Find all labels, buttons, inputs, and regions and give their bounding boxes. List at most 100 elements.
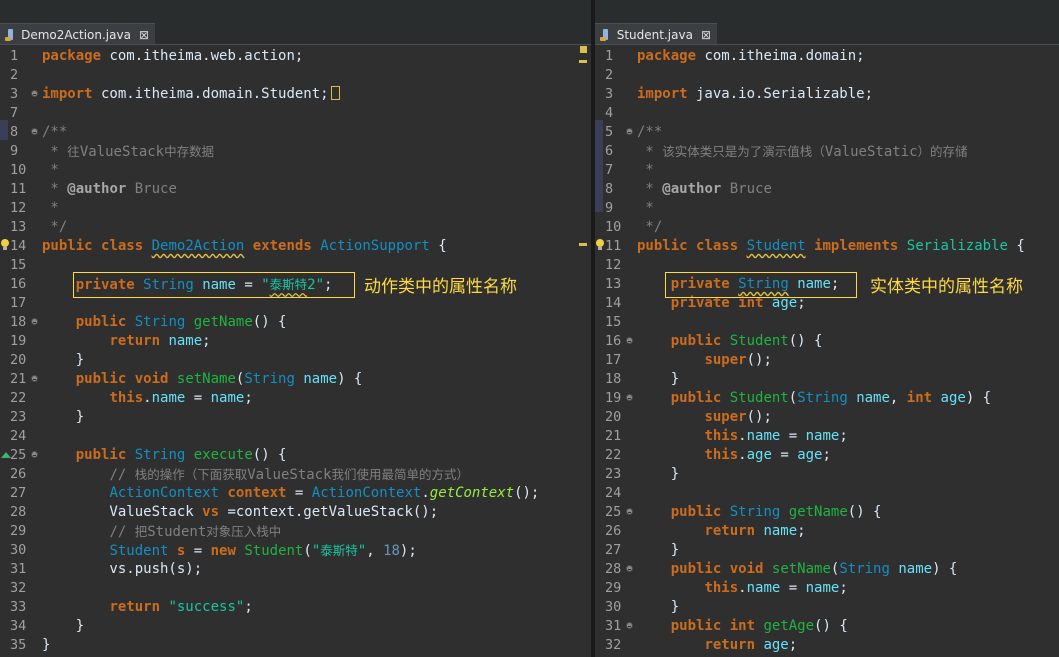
- line-number: 19: [605, 390, 622, 406]
- code-text: import java.io.Serializable;: [637, 86, 874, 102]
- code-text: this.age = age;: [704, 447, 831, 463]
- code-text: public class Student implements Serializ…: [637, 238, 1025, 254]
- line-number: 12: [10, 200, 27, 216]
- code-editor[interactable]: 1 package com.itheima.web.action; 2 3 import…: [0, 44, 591, 657]
- fold-toggle-icon[interactable]: [31, 128, 38, 135]
- close-tab-icon[interactable]: ⊠: [701, 28, 711, 42]
- highlight-box-field: [665, 272, 857, 298]
- code-text: public Student() {: [670, 333, 823, 349]
- line-number: 17: [10, 295, 27, 311]
- tab-demo2action[interactable]: Demo2Action.java ⊠: [0, 23, 155, 45]
- line-number: 27: [10, 485, 27, 501]
- code-text: this.name = name;: [704, 428, 848, 444]
- code-text: }: [42, 618, 85, 634]
- code-text: import com.itheima.domain.Student;: [42, 85, 340, 104]
- line-number: 7: [10, 105, 19, 121]
- code-text: /**: [637, 124, 663, 140]
- code-text: * @author Bruce: [637, 181, 772, 197]
- line-number: 27: [605, 542, 622, 558]
- overview-marker[interactable]: [579, 243, 587, 246]
- line-number: 32: [605, 637, 622, 653]
- line-number: 28: [605, 561, 622, 577]
- code-text: }: [42, 352, 85, 368]
- line-number: 24: [605, 485, 622, 501]
- line-number: 1: [605, 48, 614, 64]
- gutter-marker: [0, 120, 8, 140]
- line-number: 31: [10, 561, 27, 577]
- fold-toggle-icon[interactable]: [626, 622, 633, 629]
- line-number: 7: [605, 162, 614, 178]
- editor-pane-right[interactable]: Student.java ⊠ 1 package com.itheima.doma…: [595, 0, 1059, 657]
- tab-student[interactable]: Student.java ⊠: [595, 23, 717, 45]
- fold-toggle-icon[interactable]: [626, 128, 633, 135]
- java-file-icon: [4, 28, 15, 42]
- line-number: 28: [10, 504, 27, 520]
- code-text: return age;: [704, 637, 798, 653]
- line-number: 12: [605, 257, 622, 273]
- line-number: 4: [605, 105, 614, 121]
- fold-toggle-icon[interactable]: [31, 90, 38, 97]
- code-text: package com.itheima.domain;: [637, 48, 865, 64]
- line-number: 25: [605, 504, 622, 520]
- highlight-box-field: [73, 272, 355, 298]
- close-tab-icon[interactable]: ⊠: [139, 28, 149, 42]
- line-number: 9: [605, 200, 614, 216]
- line-number: 31: [605, 618, 622, 634]
- line-number: 35: [10, 637, 27, 653]
- fold-toggle-icon[interactable]: [626, 508, 633, 515]
- fold-toggle-icon[interactable]: [626, 337, 633, 344]
- code-text: vs.push(s);: [42, 561, 203, 577]
- code-text: */: [637, 219, 663, 235]
- code-text: public class Demo2Action extends ActionS…: [42, 238, 447, 254]
- code-text: public void setName(String name) {: [670, 561, 958, 577]
- fold-toggle-icon[interactable]: [31, 318, 38, 325]
- code-text: public Student(String name, int age) {: [670, 390, 992, 406]
- code-text: super();: [704, 352, 772, 368]
- line-number: 26: [10, 466, 27, 482]
- code-text: this.name = name;: [704, 580, 848, 596]
- line-number: 20: [605, 409, 622, 425]
- code-text: *: [637, 162, 654, 178]
- code-text: return "success";: [109, 599, 253, 615]
- line-number: 25: [10, 447, 27, 463]
- code-text: * @author Bruce: [42, 181, 177, 197]
- line-number: 24: [10, 428, 27, 444]
- code-text: }: [42, 637, 51, 653]
- warning-overview-marker[interactable]: [580, 46, 587, 53]
- line-number: 30: [10, 542, 27, 558]
- overview-marker[interactable]: [579, 60, 587, 63]
- line-number: 11: [10, 181, 27, 197]
- code-text: }: [42, 409, 85, 425]
- code-text: }: [637, 371, 680, 387]
- code-editor[interactable]: 1 package com.itheima.domain; 2 3 import jav…: [595, 44, 1059, 657]
- java-file-icon: [599, 28, 611, 42]
- quick-fix-bulb-icon[interactable]: [596, 239, 604, 251]
- editor-pane-left[interactable]: Demo2Action.java ⊠ 1 package com.itheima.…: [0, 0, 591, 657]
- fold-toggle-icon[interactable]: [31, 375, 38, 382]
- line-number: 21: [605, 428, 622, 444]
- quick-fix-bulb-icon[interactable]: [1, 239, 9, 251]
- line-number: 14: [605, 295, 622, 311]
- line-number: 6: [605, 143, 614, 159]
- tab-label: Student.java: [616, 27, 693, 42]
- fold-toggle-icon[interactable]: [626, 565, 633, 572]
- code-text: ActionContext context = ActionContext.ge…: [109, 485, 540, 501]
- code-text: public int getAge() {: [670, 618, 848, 634]
- code-text: * 往ValueStack中存数据: [42, 144, 215, 160]
- line-number: 16: [605, 333, 622, 349]
- line-number: 3: [10, 86, 19, 102]
- fold-toggle-icon[interactable]: [626, 394, 633, 401]
- editor-tabbar: Student.java ⊠: [595, 0, 1059, 45]
- fold-toggle-icon[interactable]: [31, 451, 38, 458]
- line-number: 23: [10, 409, 27, 425]
- line-number: 19: [10, 333, 27, 349]
- line-number: 10: [10, 162, 27, 178]
- line-number: 21: [10, 371, 27, 387]
- line-number: 13: [10, 219, 27, 235]
- line-number: 5: [605, 124, 614, 140]
- line-number: 29: [605, 580, 622, 596]
- line-number: 20: [10, 352, 27, 368]
- line-number: 29: [10, 523, 27, 539]
- line-number: 10: [605, 219, 622, 235]
- line-number: 15: [605, 314, 622, 330]
